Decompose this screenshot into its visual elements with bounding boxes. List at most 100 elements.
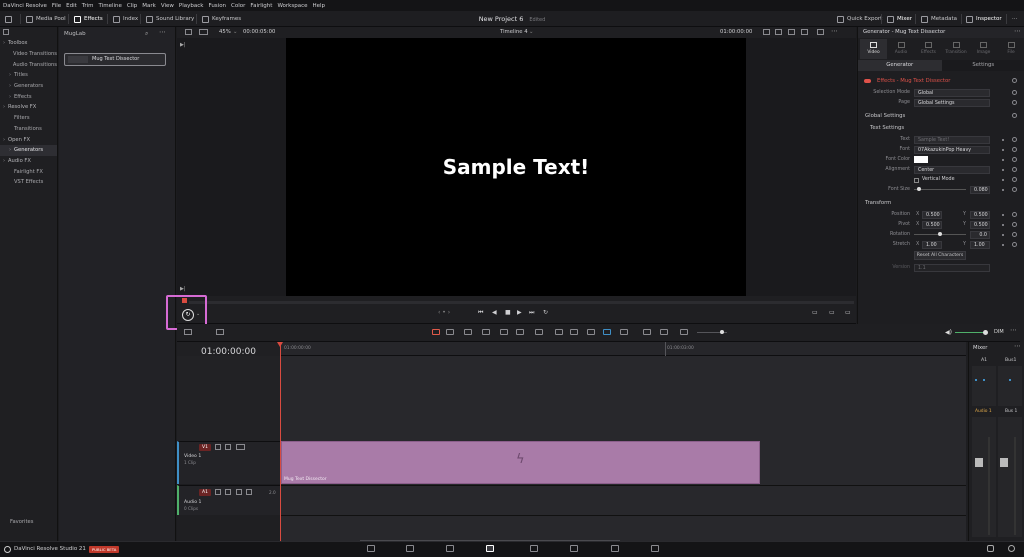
effect-item-mug-text-dissector[interactable]: Mug Text Dissector — [64, 53, 166, 66]
playhead-handle[interactable] — [277, 342, 283, 347]
options-icon[interactable]: ⋯ — [159, 28, 166, 36]
font-size-slider[interactable] — [914, 189, 966, 190]
auto-select-icon[interactable] — [225, 444, 231, 450]
fader-handle[interactable] — [1000, 458, 1008, 467]
deliver-page-icon[interactable] — [651, 545, 659, 552]
rotation-value[interactable]: 0.0 — [970, 231, 990, 239]
speaker-icon[interactable]: ◀) — [945, 329, 952, 336]
timeline-playhead[interactable] — [280, 342, 281, 541]
more-icon[interactable]: ⋯ — [1010, 326, 1017, 334]
tree-item[interactable]: › Audio FX — [0, 156, 57, 167]
search-icon[interactable]: ⌕ — [145, 30, 148, 38]
tree-item[interactable]: Video Transitions — [0, 49, 57, 60]
zoom-select[interactable]: 45% — [219, 29, 231, 35]
tree-item[interactable]: › Effects — [0, 91, 57, 102]
dim-button[interactable]: DIM — [994, 329, 1004, 335]
overlay-icon[interactable] — [788, 29, 795, 35]
tree-item[interactable]: VST Effects — [0, 177, 57, 188]
menu-item[interactable]: Playback — [179, 3, 204, 9]
menu-item[interactable]: Color — [231, 3, 245, 9]
keyframe-icon[interactable] — [1002, 214, 1004, 216]
safe-area-icon[interactable] — [775, 29, 782, 35]
more-icon[interactable]: ⋯ — [1014, 342, 1021, 350]
tab-file[interactable]: File — [998, 39, 1024, 59]
timeline-ruler[interactable]: 01:00:00:00 01:00:03:00 — [281, 342, 966, 356]
more-icon[interactable]: ⋯ — [1014, 27, 1021, 35]
viewer-canvas[interactable]: Sample Text! — [286, 38, 746, 296]
menu-item[interactable]: Edit — [66, 3, 77, 9]
position-y-value[interactable]: 0.500 — [970, 211, 990, 219]
more-icon[interactable]: ⋯ — [1012, 11, 1018, 27]
keyframe-icon[interactable] — [1002, 244, 1004, 246]
text-settings-header[interactable]: Text Settings — [870, 125, 904, 131]
pivot-x-value[interactable]: 0.500 — [922, 221, 942, 229]
vertical-mode-checkbox[interactable] — [914, 178, 919, 183]
keyframe-icon[interactable] — [1002, 149, 1004, 151]
replace-icon[interactable] — [535, 329, 543, 335]
keyframe-icon[interactable] — [1002, 179, 1004, 181]
reset-icon[interactable] — [1012, 177, 1017, 182]
tree-item[interactable]: Audio Transitions — [0, 59, 57, 70]
match-frame-icon[interactable]: ▭ — [812, 309, 818, 316]
zoom-detail-icon[interactable] — [680, 329, 688, 335]
favorites-label[interactable]: Favorites — [10, 519, 33, 525]
media-pool-button[interactable]: Media Pool — [26, 11, 66, 27]
reset-icon[interactable] — [1012, 137, 1017, 142]
track-tag-v1[interactable]: V1 — [199, 444, 211, 451]
mark-out-icon[interactable]: ▶| — [180, 286, 186, 292]
zoom-slider-handle[interactable] — [720, 330, 724, 334]
mark-in-icon[interactable]: ▶| — [180, 42, 186, 48]
keyframe-icon[interactable] — [1002, 224, 1004, 226]
fairlight-page-icon[interactable] — [570, 545, 578, 552]
menu-item[interactable]: Workspace — [277, 3, 307, 9]
font-select[interactable]: 07AkazukinPop Heavy — [914, 146, 990, 154]
keyframe-icon[interactable] — [1002, 139, 1004, 141]
menu-item[interactable]: Trim — [82, 3, 94, 9]
audio-icon[interactable] — [216, 329, 224, 335]
menu-item[interactable]: File — [52, 3, 61, 9]
track-tag-a1[interactable]: A1 — [199, 489, 211, 496]
tree-item[interactable]: › Titles — [0, 70, 57, 81]
flag-icon[interactable] — [603, 329, 611, 335]
reset-icon[interactable] — [1012, 90, 1017, 95]
fusion-page-icon[interactable] — [486, 545, 494, 552]
page-select[interactable]: Global Settings — [914, 99, 990, 107]
inspector-button[interactable]: Inspector — [966, 11, 1002, 27]
menu-item[interactable]: Fairlight — [250, 3, 272, 9]
menu-item[interactable]: DaVinci Resolve — [3, 3, 47, 9]
keyframe-icon[interactable] — [1002, 169, 1004, 171]
tab-image[interactable]: Image — [970, 39, 997, 59]
global-settings-header[interactable]: Global Settings — [865, 113, 905, 119]
zoom-full-icon[interactable] — [660, 329, 668, 335]
linked-selection-icon[interactable] — [570, 329, 578, 335]
index-button[interactable]: Index — [113, 11, 138, 27]
tree-item[interactable]: › Toolbox — [0, 38, 57, 49]
marker-icon[interactable] — [620, 329, 628, 335]
reset-icon[interactable] — [1012, 242, 1017, 247]
menu-item[interactable]: Clip — [127, 3, 137, 9]
insert-icon[interactable] — [500, 329, 508, 335]
reset-icon[interactable] — [1012, 187, 1017, 192]
transform-header[interactable]: Transform — [865, 200, 891, 206]
home-icon[interactable] — [987, 545, 994, 552]
reset-icon[interactable] — [1012, 100, 1017, 105]
keyframe-icon[interactable] — [1002, 234, 1004, 236]
reset-icon[interactable] — [1012, 157, 1017, 162]
tab-settings[interactable]: Settings — [942, 60, 1024, 71]
stretch-y-value[interactable]: 1.00 — [970, 241, 990, 249]
workspace-icon[interactable] — [5, 11, 12, 27]
pivot-y-value[interactable]: 0.500 — [970, 221, 990, 229]
panel-toggle-icon[interactable] — [3, 29, 9, 35]
menu-item[interactable]: View — [161, 3, 174, 9]
blade-tool-icon[interactable] — [482, 329, 490, 335]
font-color-swatch[interactable] — [914, 156, 928, 163]
fullscreen-icon[interactable]: ▭ — [845, 309, 851, 316]
edit-page-icon[interactable] — [446, 545, 454, 552]
quick-export-button[interactable]: Quick Export — [837, 11, 882, 27]
font-size-slider-handle[interactable] — [917, 187, 921, 191]
tab-video[interactable]: Video — [860, 39, 887, 59]
tab-effects[interactable]: Effects — [915, 39, 942, 59]
volume-slider-handle[interactable] — [983, 330, 988, 335]
menu-item[interactable]: Timeline — [99, 3, 122, 9]
mute-icon[interactable] — [246, 489, 252, 495]
